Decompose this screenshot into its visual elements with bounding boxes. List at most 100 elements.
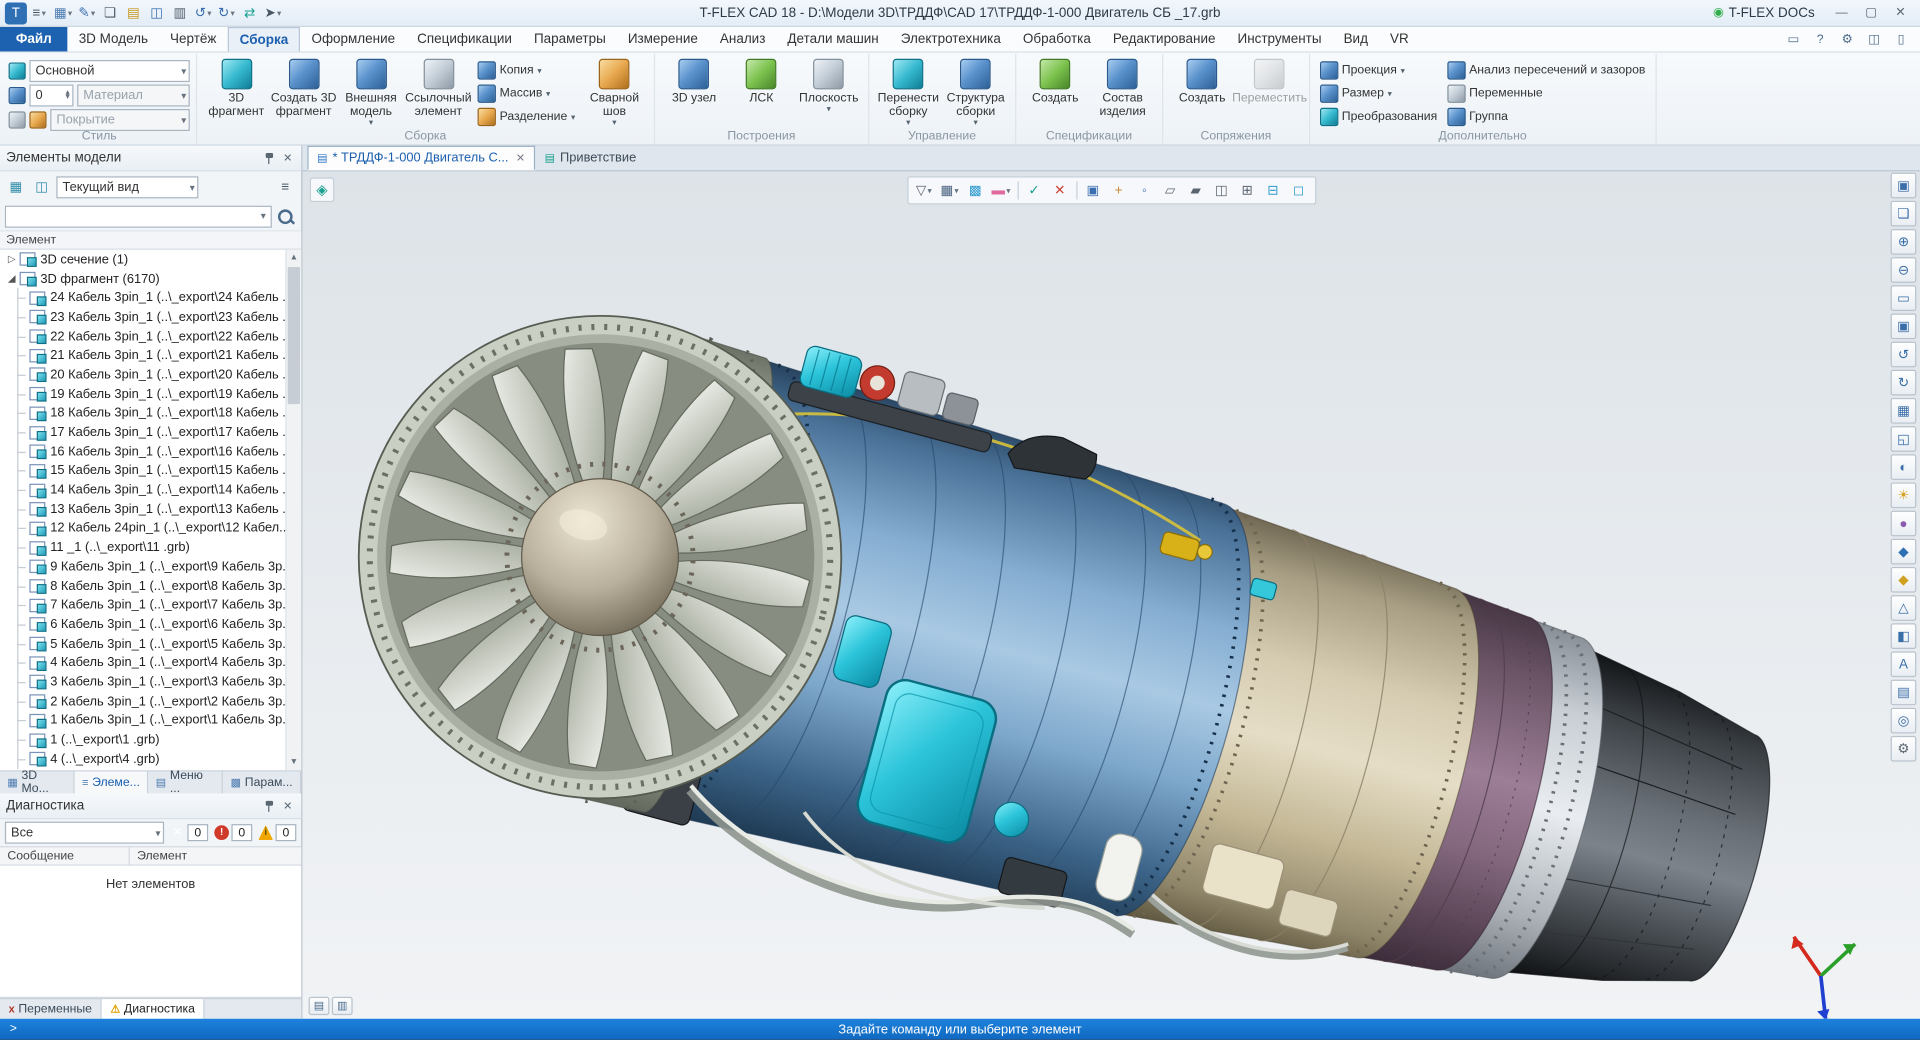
ribbon-right-icon[interactable]: ▭ <box>1782 29 1805 50</box>
tree-root-item[interactable]: ◢ 3D фрагмент (6170) <box>0 269 285 288</box>
ribbon-big-button[interactable]: Создать <box>1169 56 1235 128</box>
ribbon-tab[interactable]: Обработка <box>1012 27 1102 51</box>
ribbon-right-icon[interactable]: ◫ <box>1862 29 1885 50</box>
tree-item[interactable]: 21 Кабель 3pin_1 (..\_export\21 Кабель .… <box>0 346 285 365</box>
page-layout-button[interactable]: ▤ <box>309 997 330 1015</box>
scene-settings-icon[interactable]: ◈ <box>310 178 334 202</box>
ribbon-big-button[interactable]: Структура сборки▾ <box>943 56 1009 128</box>
bottom-panel-tab[interactable]: x Переменные <box>0 999 102 1019</box>
ribbon-tab[interactable]: Измерение <box>617 27 709 51</box>
ribbon-tab[interactable]: Детали машин <box>776 27 889 51</box>
view-tool[interactable]: ❏ <box>1891 201 1917 227</box>
tree-scrollbar[interactable]: ▲ ▼ <box>285 250 301 770</box>
viewport-tool[interactable]: ▣ <box>1081 179 1105 202</box>
quick-access-icon[interactable]: ▦▾ <box>51 2 74 24</box>
panel-tab[interactable]: ▤ Меню ... <box>148 771 223 793</box>
viewport-menu-icon[interactable]: ▣ <box>1891 173 1917 199</box>
3d-viewport[interactable]: ◈ ▽▾▦▾▩▬▾✓✕▣+◦▱▰◫⊞⊟◻ ▣ ❏⊕⊖▭▣↺↻▦◱◐☀●◆◆△◧A… <box>302 171 1920 1018</box>
viewport-tool[interactable]: ◦ <box>1132 179 1156 202</box>
ribbon-big-button[interactable]: Переместить <box>1237 56 1303 128</box>
window-button[interactable]: — <box>1827 1 1856 25</box>
quick-access-icon[interactable]: ✎▾ <box>76 2 98 24</box>
scroll-down-icon[interactable]: ▼ <box>287 754 302 770</box>
panel-tab[interactable]: ▩ Парам... <box>223 771 301 793</box>
view-tool[interactable]: ◆ <box>1891 539 1917 565</box>
viewport-tool[interactable]: ▽▾ <box>912 179 936 202</box>
view-tool[interactable]: ▣ <box>1891 313 1917 339</box>
view-tool[interactable]: ◆ <box>1891 567 1917 593</box>
ribbon-tab[interactable]: Параметры <box>523 27 617 51</box>
search-input[interactable] <box>6 207 256 225</box>
view-tool[interactable]: ↻ <box>1891 370 1917 396</box>
caret-icon[interactable]: ▷ <box>4 254 20 265</box>
viewport-tool[interactable]: ◫ <box>1209 179 1233 202</box>
view-tool[interactable]: △ <box>1891 595 1917 621</box>
scroll-up-icon[interactable]: ▲ <box>287 250 302 266</box>
view-tool[interactable]: ▤ <box>1891 680 1917 706</box>
ribbon-small-button[interactable]: Копия▾ <box>474 60 579 81</box>
ribbon-big-button[interactable]: Перенести сборку▾ <box>875 56 941 128</box>
ribbon-big-button[interactable]: Внешняя модель▾ <box>338 56 404 128</box>
view-tool[interactable]: ▦ <box>1891 398 1917 424</box>
tree-item[interactable]: 2 Кабель 3pin_1 (..\_export\2 Кабель 3р.… <box>0 692 285 711</box>
view-tool[interactable]: ◎ <box>1891 708 1917 734</box>
tree-item[interactable]: 14 Кабель 3pin_1 (..\_export\14 Кабель .… <box>0 480 285 499</box>
quick-access-icon[interactable]: ❏ <box>99 2 121 24</box>
engine-3d-model[interactable] <box>302 171 1920 1018</box>
tree-item[interactable]: 19 Кабель 3pin_1 (..\_export\19 Кабель .… <box>0 384 285 403</box>
viewport-tool[interactable]: ▰ <box>1183 179 1207 202</box>
tree-item[interactable]: 4 (..\_export\4 .grb) <box>0 749 285 768</box>
tree-item[interactable]: 6 Кабель 3pin_1 (..\_export\6 Кабель 3р.… <box>0 615 285 634</box>
ribbon-small-button[interactable]: Переменные <box>1443 83 1649 104</box>
tree-item[interactable]: 17 Кабель 3pin_1 (..\_export\17 Кабель .… <box>0 423 285 442</box>
view-tool[interactable]: ● <box>1891 511 1917 537</box>
quick-access-icon[interactable]: ≡▾ <box>28 2 50 24</box>
viewport-tool[interactable]: ▬▾ <box>989 179 1013 202</box>
tree-item[interactable]: 7 Кабель 3pin_1 (..\_export\7 Кабель 3р.… <box>0 596 285 615</box>
ribbon-tab[interactable]: VR <box>1379 27 1420 51</box>
view-tool[interactable]: ▭ <box>1891 285 1917 311</box>
tree-item[interactable]: 16 Кабель 3pin_1 (..\_export\16 Кабель .… <box>0 442 285 461</box>
tree-item[interactable]: 3 Кабель 3pin_1 (..\_export\3 Кабель 3р.… <box>0 672 285 691</box>
close-panel-icon[interactable]: ✕ <box>280 151 295 164</box>
view-selector[interactable]: Текущий вид <box>56 176 198 198</box>
ribbon-big-button[interactable]: Создать 3D фрагмент <box>271 56 337 128</box>
diagnostics-filter-select[interactable]: Все <box>5 822 164 844</box>
viewport-tool[interactable]: ▦▾ <box>937 179 961 202</box>
quick-access-icon[interactable]: T <box>5 2 27 24</box>
tree-item[interactable]: 23 Кабель 3pin_1 (..\_export\23 Кабель .… <box>0 307 285 326</box>
ribbon-right-icon[interactable]: ⚙ <box>1836 29 1859 50</box>
ribbon-small-button[interactable]: Массив▾ <box>474 83 579 104</box>
window-button[interactable]: ✕ <box>1886 1 1915 25</box>
viewport-tool[interactable]: ✓ <box>1022 179 1046 202</box>
view-tool[interactable]: ⚙ <box>1891 736 1917 762</box>
viewport-tool[interactable]: ◻ <box>1286 179 1310 202</box>
view-tool[interactable]: ◧ <box>1891 623 1917 649</box>
tree-item[interactable]: 13 Кабель 3pin_1 (..\_export\13 Кабель .… <box>0 500 285 519</box>
viewport-tool[interactable]: ⊟ <box>1261 179 1285 202</box>
viewport-tool[interactable]: ⊞ <box>1235 179 1259 202</box>
ribbon-big-button[interactable]: Состав изделия <box>1090 56 1156 128</box>
bottom-panel-tab[interactable]: ⚠ Диагностика <box>102 999 205 1019</box>
document-tab[interactable]: ▤ Приветствие <box>535 146 646 170</box>
close-tab-icon[interactable]: ✕ <box>516 151 525 164</box>
quick-access-icon[interactable]: ➤▾ <box>262 2 284 24</box>
ribbon-tab[interactable]: Файл <box>0 27 68 51</box>
tree-item[interactable]: 8 Кабель 3pin_1 (..\_export\8 Кабель 3р.… <box>0 576 285 595</box>
ribbon-big-button[interactable]: Создать <box>1022 56 1088 128</box>
ribbon-small-button[interactable]: Разделение▾ <box>474 107 579 128</box>
ribbon-tab[interactable]: 3D Модель <box>68 27 159 51</box>
panel-tab[interactable]: ▦ 3D Мо... <box>0 771 75 793</box>
window-button[interactable]: ▢ <box>1856 1 1885 25</box>
close-panel-icon[interactable]: ✕ <box>280 799 295 812</box>
search-dropdown-icon[interactable]: ▾ <box>256 211 271 222</box>
tree-item[interactable]: 18 Кабель 3pin_1 (..\_export\18 Кабель .… <box>0 403 285 422</box>
viewport-tool[interactable]: ▩ <box>963 179 987 202</box>
viewport-tool[interactable]: ▱ <box>1158 179 1182 202</box>
tree-item[interactable]: 15 Кабель 3pin_1 (..\_export\15 Кабель .… <box>0 461 285 480</box>
view-tool[interactable]: ⊕ <box>1891 229 1917 255</box>
scrollbar-thumb[interactable] <box>288 267 300 404</box>
search-icon[interactable] <box>274 205 296 227</box>
list-options-icon[interactable]: ≡ <box>274 176 296 198</box>
ribbon-tab[interactable]: Чертёж <box>159 27 227 51</box>
